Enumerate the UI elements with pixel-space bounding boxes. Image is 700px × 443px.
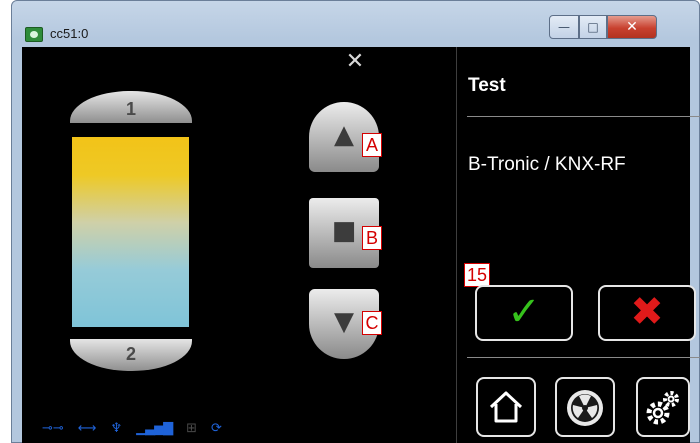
annotation-c: C xyxy=(362,311,382,335)
key-icon: ⊸⊸ xyxy=(42,421,64,436)
fan-button[interactable] xyxy=(555,377,615,437)
settings-button[interactable] xyxy=(636,377,690,437)
window-title: cc51:0 xyxy=(50,26,89,41)
device-protocol: B-Tronic / KNX-RF xyxy=(468,154,626,175)
app-window: cc51:0 — □ ✕ ✕ 1 2 ▲ ■ ▼ A B C Test B-Tr… xyxy=(11,0,700,443)
title-divider xyxy=(467,116,700,117)
triangle-up-icon: ▲ xyxy=(334,120,354,150)
close-button[interactable]: ✕ xyxy=(607,15,657,39)
blind-position-1-label: 1 xyxy=(70,91,192,123)
maximize-button[interactable]: □ xyxy=(579,15,607,39)
blind-position-gradient xyxy=(72,137,189,327)
antenna-icon: ♆ xyxy=(110,421,123,436)
home-icon xyxy=(489,391,523,423)
minimize-button[interactable]: — xyxy=(549,15,579,39)
annotation-15: 15 xyxy=(464,263,490,287)
home-button[interactable] xyxy=(476,377,536,437)
app-eye-icon xyxy=(25,27,43,42)
link-icon: ⟷ xyxy=(77,421,97,436)
device-screen: ✕ 1 2 ▲ ■ ▼ A B C Test B-Tronic / KNX-RF… xyxy=(22,47,700,443)
gears-icon xyxy=(646,391,679,425)
dismiss-x-icon[interactable]: ✕ xyxy=(340,51,370,73)
checkmark-icon: ✓ xyxy=(507,289,541,335)
network-icon: ⊞ xyxy=(186,421,197,436)
device-title: Test xyxy=(468,75,506,96)
fan-icon xyxy=(567,390,603,426)
panel-divider xyxy=(456,47,457,443)
blind-position-2-label: 2 xyxy=(70,339,192,371)
signal-icon: ▁▃▅▇ xyxy=(136,421,173,436)
annotation-a: A xyxy=(362,133,382,157)
cross-icon: ✖ xyxy=(630,289,664,335)
square-stop-icon: ■ xyxy=(331,216,357,246)
status-bar: ⊸⊸ ⟷ ♆ ▁▃▅▇ ⊞ ⟳ xyxy=(42,419,222,439)
cancel-button[interactable]: ✖ xyxy=(598,285,696,341)
sync-icon[interactable]: ⟳ xyxy=(211,419,222,439)
annotation-b: B xyxy=(362,226,382,250)
title-bar: cc51:0 — □ ✕ xyxy=(12,1,699,47)
nav-divider xyxy=(467,357,700,358)
confirm-button[interactable]: ✓ xyxy=(475,285,573,341)
triangle-down-icon: ▼ xyxy=(334,307,354,337)
